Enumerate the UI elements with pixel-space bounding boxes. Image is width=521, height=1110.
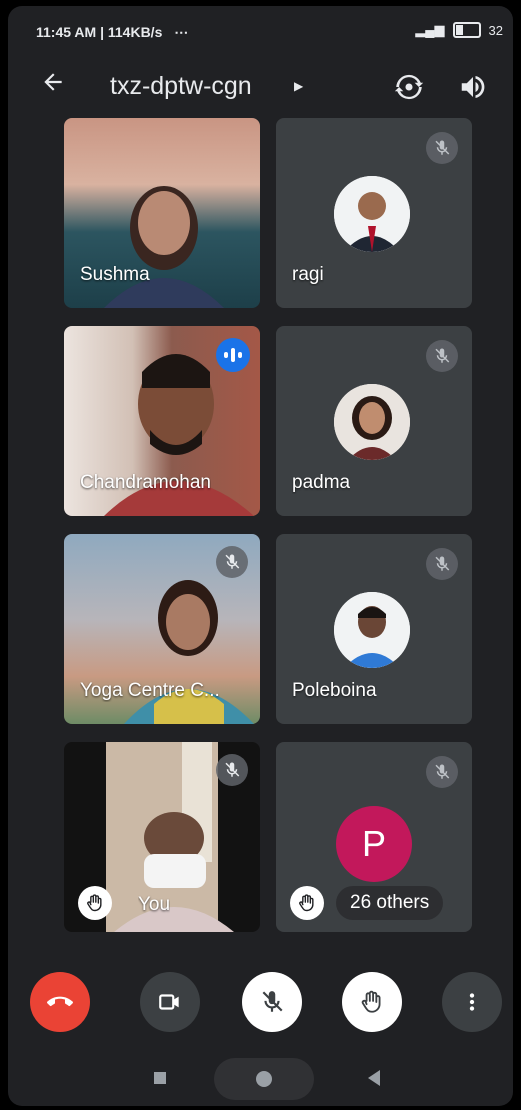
call-controls [8, 972, 513, 1032]
participant-tile-you[interactable]: You [64, 742, 260, 932]
recents-icon[interactable] [154, 1072, 166, 1084]
status-time-text: 11:45 AM | 114KB/s [36, 24, 163, 40]
avatar [334, 176, 410, 252]
participant-name: ragi [292, 264, 324, 285]
speaking-indicator-icon [216, 338, 250, 372]
participant-name: Chandramohan [80, 472, 211, 493]
mic-off-icon [426, 340, 458, 372]
back-arrow-icon[interactable] [40, 66, 66, 106]
end-call-button[interactable] [30, 972, 90, 1032]
speaker-icon[interactable] [458, 72, 492, 102]
participant-tile-poleboina[interactable]: Poleboina [276, 534, 472, 724]
status-icons: ▂▄▆ 32 [415, 22, 503, 38]
status-extras: ⋯ [174, 24, 189, 40]
home-icon[interactable] [214, 1058, 314, 1100]
others-count-label: 26 others [336, 886, 444, 920]
caret-right-icon[interactable]: ▶ [294, 79, 303, 93]
battery-icon [452, 22, 481, 38]
mic-off-icon [426, 548, 458, 580]
raised-hand-icon [290, 886, 324, 920]
participant-name: padma [292, 472, 351, 493]
nav-back-icon[interactable] [368, 1070, 380, 1086]
participant-tile-sushma[interactable]: Sushma [64, 118, 260, 308]
participant-tile-yoga-centre[interactable]: Yoga Centre C... [64, 534, 260, 724]
switch-camera-icon[interactable] [392, 70, 426, 104]
participant-tile-chandramohan[interactable]: Chandramohan [64, 326, 260, 516]
battery-level: 32 [488, 22, 503, 38]
avatar [334, 592, 410, 668]
raise-hand-icon [361, 990, 381, 1013]
end-call-icon [47, 996, 73, 1007]
participant-name: Sushma [80, 264, 150, 285]
more-vert-icon [469, 993, 475, 1011]
mic-off-icon [426, 132, 458, 164]
status-time: 11:45 AM | 114KB/s ⋯ [36, 24, 188, 41]
mic-off-icon [426, 756, 458, 788]
participant-tile-ragi[interactable]: ragi [276, 118, 472, 308]
mic-off-icon [216, 546, 248, 578]
participant-tile-padma[interactable]: padma [276, 326, 472, 516]
camera-toggle-button[interactable] [140, 972, 200, 1032]
meeting-header: txz-dptw-cgn ▶ [8, 64, 513, 112]
mic-off-icon [216, 754, 248, 786]
mic-toggle-button[interactable] [242, 972, 302, 1032]
more-options-button[interactable] [442, 972, 502, 1032]
mic-off-icon [262, 991, 283, 1012]
raise-hand-button[interactable] [342, 972, 402, 1032]
participant-name: Yoga Centre C... [80, 680, 220, 701]
avatar: P [336, 806, 412, 882]
raised-hand-icon [78, 886, 112, 920]
participant-tile-others[interactable]: P 26 others [276, 742, 472, 932]
meeting-code[interactable]: txz-dptw-cgn [110, 72, 252, 101]
avatar [334, 384, 410, 460]
participant-name: Poleboina [292, 680, 377, 701]
signal-icon: ▂▄▆ [415, 22, 445, 37]
system-nav-bar [8, 1052, 513, 1106]
status-bar: 11:45 AM | 114KB/s ⋯ ▂▄▆ 32 [8, 6, 513, 56]
camera-icon [159, 994, 179, 1010]
participant-name: You [138, 894, 171, 915]
meet-call-screen: 11:45 AM | 114KB/s ⋯ ▂▄▆ 32 txz-dptw-cgn… [8, 6, 513, 1106]
